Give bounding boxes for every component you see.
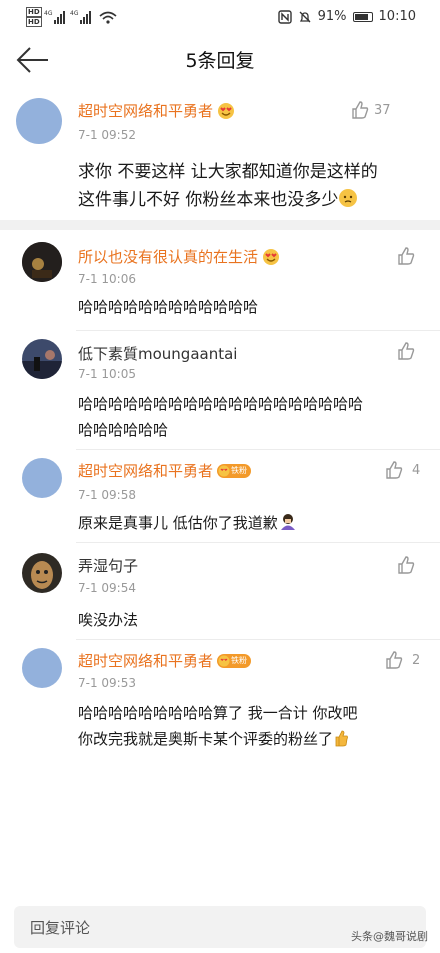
- battery-icon: [352, 11, 373, 22]
- reply-time: 7-1 09:54: [78, 581, 136, 595]
- reply-time: 7-1 10:05: [78, 367, 136, 381]
- fan-badge-label: 铁粉: [231, 656, 248, 665]
- thumbs-up-icon: [398, 556, 415, 574]
- watermark: 头条@魏哥说剧: [351, 930, 428, 943]
- avatar[interactable]: [16, 98, 62, 144]
- fan-badge: 铁粉: [217, 463, 252, 478]
- fan-badge: 铁粉: [217, 653, 252, 668]
- comment-text-line-2: 这件事儿不好 你粉丝本来也没多少: [78, 190, 339, 210]
- reply-time: 7-1 10:06: [78, 272, 136, 286]
- reply-author[interactable]: 所以也没有很认真的在生活: [78, 246, 280, 267]
- comment-text-line-2-row: 这件事儿不好 你粉丝本来也没多少: [78, 186, 378, 214]
- sim1-hd-tag: HD: [26, 7, 42, 17]
- status-bar: HD HD 4G 4G 91% 10:10: [0, 0, 440, 34]
- reply-text-line-2: 哈哈哈哈哈哈: [78, 421, 169, 439]
- reply-item: 弄湿句子 7-1 09:54 唉没办法: [0, 543, 440, 639]
- comment-author[interactable]: 超时空网络和平勇者: [78, 100, 235, 121]
- avatar-photo: [22, 242, 62, 282]
- reply-item: 低下素質moungaantai 7-1 10:05 哈哈哈哈哈哈哈哈哈哈哈哈哈哈…: [0, 331, 440, 449]
- reply-text: 原来是真事儿 低估你了我道歉: [78, 512, 298, 533]
- bowing-person-emoji-icon: [280, 514, 295, 530]
- reply-text-content: 原来是真事儿 低估你了我道歉: [78, 514, 278, 532]
- reply-author[interactable]: 超时空网络和平勇者 铁粉: [78, 460, 252, 481]
- battery-level-fill: [354, 13, 369, 20]
- signal-icons: 4G 4G: [44, 10, 117, 24]
- reply-item: 所以也没有很认真的在生活 7-1 10:06 哈哈哈哈哈哈哈哈哈哈哈哈: [0, 230, 440, 330]
- reply-time: 7-1 09:58: [78, 488, 136, 502]
- avatar[interactable]: [22, 339, 62, 379]
- like-count: 2: [412, 652, 421, 668]
- network-type-2: 4G: [70, 10, 79, 17]
- battery-percent: 91%: [317, 9, 347, 24]
- reply-text: 哈哈哈哈哈哈哈哈哈算了 我一合计 你改吧 你改完我就是奥斯卡某个评委的粉丝了: [78, 700, 358, 752]
- like-count: 4: [412, 462, 421, 478]
- comment-text: 求你 不要这样 让大家都知道你是这样的 这件事儿不好 你粉丝本来也没多少: [78, 158, 378, 214]
- comment-text-line-1: 求你 不要这样 让大家都知道你是这样的: [78, 162, 378, 182]
- reply-text: 唉没办法: [78, 611, 139, 629]
- reply-text-line-2: 你改完我就是奥斯卡某个评委的粉丝了: [78, 730, 334, 748]
- like-button[interactable]: 37: [350, 100, 391, 120]
- reply-time: 7-1 09:53: [78, 676, 136, 690]
- comment-time: 7-1 09:52: [78, 128, 136, 142]
- pouting-emoji-icon: [339, 189, 358, 207]
- avatar[interactable]: [22, 458, 62, 498]
- reply-text-line-1: 哈哈哈哈哈哈哈哈哈哈哈哈哈哈哈哈哈哈哈: [78, 395, 364, 413]
- like-button[interactable]: [396, 555, 416, 575]
- like-count: 37: [374, 102, 391, 118]
- page-title: 5条回复: [185, 50, 255, 72]
- like-button[interactable]: [396, 246, 416, 266]
- avatar[interactable]: [22, 553, 62, 593]
- fan-badge-label: 铁粉: [231, 466, 248, 475]
- section-divider: [0, 220, 440, 230]
- main-comment: 超时空网络和平勇者 7-1 09:52 37 求你 不要这样 让大家都知道你是这…: [0, 86, 440, 220]
- avatar-photo: [22, 339, 62, 379]
- thumbs-up-icon: [386, 651, 403, 669]
- reply-text: 哈哈哈哈哈哈哈哈哈哈哈哈: [78, 298, 259, 316]
- mute-bell-icon: [299, 11, 311, 22]
- like-button[interactable]: 4: [384, 460, 420, 480]
- reply-author[interactable]: 低下素質moungaantai: [78, 343, 237, 364]
- sim2-hd-tag: HD: [26, 17, 42, 27]
- reply-author[interactable]: 弄湿句子: [78, 555, 138, 576]
- reply-text: 哈哈哈哈哈哈哈哈哈哈哈哈哈哈哈哈哈哈哈 哈哈哈哈哈哈: [78, 391, 363, 443]
- reply-text-line-1: 哈哈哈哈哈哈哈哈哈算了 我一合计 你改吧: [78, 704, 358, 722]
- avatar[interactable]: [22, 648, 62, 688]
- thumbs-up-emoji-icon: [335, 730, 348, 747]
- reply-item: 超时空网络和平勇者 铁粉 7-1 09:53 2 哈哈哈哈哈哈哈哈哈算了 我一合…: [0, 640, 440, 770]
- heart-eyes-emoji-icon: [218, 102, 235, 119]
- heart-eyes-emoji-icon: [263, 248, 280, 265]
- thumbs-up-icon: [386, 461, 403, 479]
- page-header: 5条回复: [0, 34, 440, 86]
- signal-area: HD HD 4G 4G: [26, 7, 126, 27]
- reply-author[interactable]: 超时空网络和平勇者 铁粉: [78, 650, 252, 671]
- avatar-photo: [22, 553, 62, 593]
- heart-eyes-emoji-icon: [218, 655, 230, 666]
- heart-eyes-emoji-icon: [218, 465, 230, 476]
- thumbs-up-icon: [398, 247, 415, 265]
- reply-input-placeholder: 回复评论: [30, 919, 91, 937]
- reply-item: 超时空网络和平勇者 铁粉 7-1 09:58 4 原来是真事儿 低估你了我道歉: [0, 450, 440, 542]
- nfc-icon: [277, 9, 292, 24]
- like-button[interactable]: 2: [384, 650, 420, 670]
- clock: 10:10: [378, 9, 416, 24]
- status-right: 91% 10:10: [277, 9, 416, 24]
- reply-text-line-2-row: 你改完我就是奥斯卡某个评委的粉丝了: [78, 726, 358, 752]
- avatar[interactable]: [22, 242, 62, 282]
- thumbs-up-icon: [398, 342, 415, 360]
- thumbs-up-icon: [352, 101, 369, 119]
- like-button[interactable]: [396, 341, 416, 361]
- network-type-1: 4G: [44, 10, 53, 17]
